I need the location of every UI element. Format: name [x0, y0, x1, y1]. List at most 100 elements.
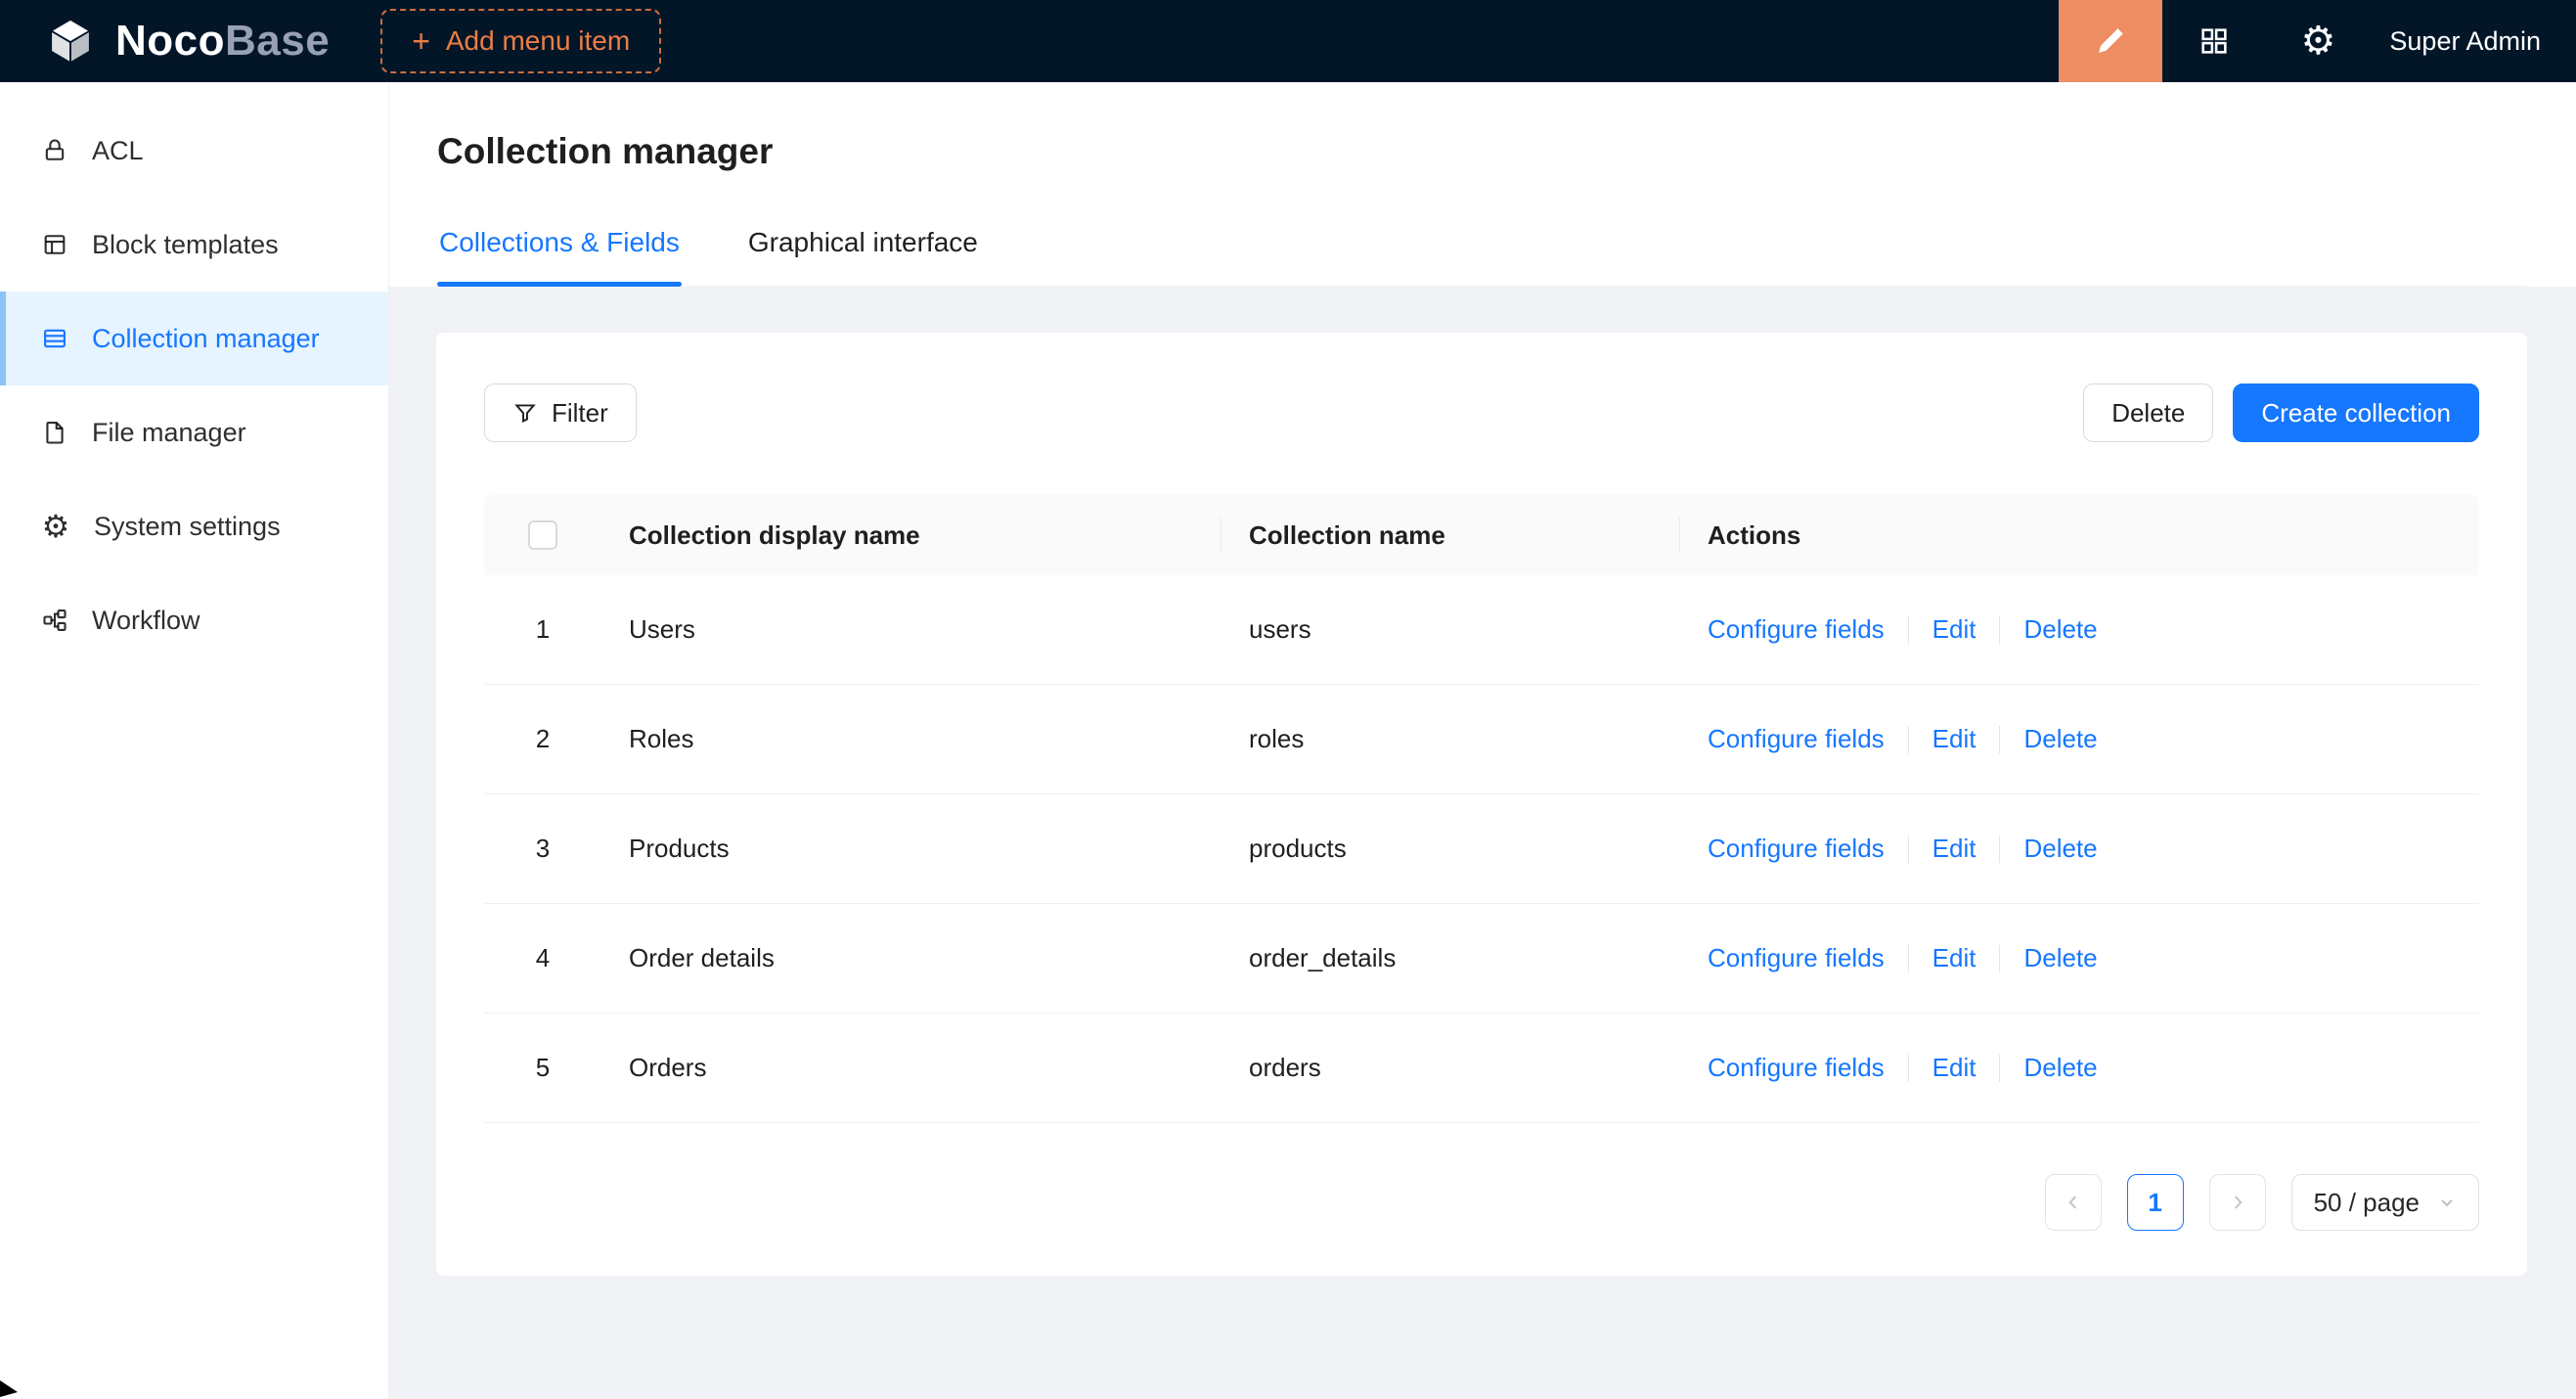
collections-table: Collection display name Collection name … [484, 495, 2479, 1123]
current-user[interactable]: Super Admin [2370, 26, 2576, 57]
plus-icon: + [412, 25, 430, 57]
configure-fields-link[interactable]: Configure fields [1708, 943, 1885, 973]
prev-page-button[interactable] [2045, 1174, 2102, 1231]
pagination: 1 50 / page [484, 1174, 2479, 1231]
row-display-name: Orders [601, 1053, 1221, 1083]
settings-sidebar: ACL Block templates Collection manager F… [0, 82, 389, 1399]
row-index: 5 [484, 1053, 601, 1083]
column-header-name: Collection name [1221, 520, 1680, 551]
gear-icon: ⚙ [2300, 22, 2335, 61]
plugins-button[interactable] [2162, 0, 2266, 82]
page-size-select[interactable]: 50 / page [2291, 1174, 2479, 1231]
row-collection-name: roles [1221, 724, 1680, 754]
action-divider [1999, 1055, 2000, 1082]
configure-fields-link[interactable]: Configure fields [1708, 724, 1885, 754]
delete-link[interactable]: Delete [2023, 943, 2097, 973]
page-header: Collection manager Collections & Fields … [389, 82, 2576, 287]
row-index: 1 [484, 614, 601, 645]
gear-icon: ⚙ [41, 511, 70, 542]
row-actions: Configure fields Edit Delete [1680, 943, 2479, 973]
row-display-name: Products [601, 834, 1221, 864]
row-collection-name: order_details [1221, 943, 1680, 973]
row-collection-name: users [1221, 614, 1680, 645]
row-actions: Configure fields Edit Delete [1680, 724, 2479, 754]
action-divider [1999, 726, 2000, 753]
layout-icon [41, 231, 68, 258]
chevron-down-icon [2437, 1193, 2457, 1212]
action-divider [1908, 1055, 1909, 1082]
sidebar-item-label: System settings [94, 512, 281, 542]
sidebar-item-label: Collection manager [92, 324, 320, 354]
tab-collections-fields[interactable]: Collections & Fields [437, 219, 682, 286]
edit-link[interactable]: Edit [1932, 724, 1976, 754]
add-menu-item-label: Add menu item [446, 25, 630, 57]
sidebar-item-acl[interactable]: ACL [0, 104, 388, 198]
delete-button[interactable]: Delete [2083, 384, 2213, 442]
edit-link[interactable]: Edit [1932, 614, 1976, 645]
sidebar-item-label: ACL [92, 136, 144, 166]
sidebar-item-workflow[interactable]: Workflow [0, 573, 388, 667]
settings-button[interactable]: ⚙ [2266, 0, 2370, 82]
column-header-display-name: Collection display name [601, 520, 1221, 551]
content-area: Filter Delete Create collection [389, 287, 2576, 1399]
table-row: 5 Orders orders Configure fields Edit De… [484, 1014, 2479, 1123]
delete-link[interactable]: Delete [2023, 1053, 2097, 1083]
action-divider [1999, 616, 2000, 644]
sidebar-item-system-settings[interactable]: ⚙ System settings [0, 479, 388, 573]
select-all-checkbox[interactable] [528, 520, 557, 550]
row-actions: Configure fields Edit Delete [1680, 614, 2479, 645]
column-header-actions: Actions [1680, 520, 2479, 551]
table-header: Collection display name Collection name … [484, 495, 2479, 575]
configure-fields-link[interactable]: Configure fields [1708, 1053, 1885, 1083]
action-divider [1999, 835, 2000, 863]
page-size-value: 50 / page [2314, 1188, 2420, 1218]
tab-bar: Collections & Fields Graphical interface [437, 219, 2527, 287]
sidebar-item-block-templates[interactable]: Block templates [0, 198, 388, 292]
sidebar-item-label: Workflow [92, 606, 200, 636]
app-header: NocoBase + Add menu item ⚙ Super Admin [0, 0, 2576, 82]
screen-corner-artifact [0, 1380, 18, 1397]
edit-link[interactable]: Edit [1932, 943, 1976, 973]
delete-link[interactable]: Delete [2023, 724, 2097, 754]
add-menu-item-button[interactable]: + Add menu item [380, 9, 661, 73]
filter-label: Filter [552, 398, 608, 429]
row-actions: Configure fields Edit Delete [1680, 834, 2479, 864]
edit-link[interactable]: Edit [1932, 834, 1976, 864]
table-icon [41, 325, 68, 352]
action-divider [1908, 835, 1909, 863]
nocobase-logo[interactable]: NocoBase [0, 14, 367, 68]
chevron-right-icon [2227, 1192, 2248, 1213]
create-collection-button[interactable]: Create collection [2233, 384, 2479, 442]
sidebar-item-label: File manager [92, 418, 246, 448]
next-page-button[interactable] [2209, 1174, 2266, 1231]
logo-cube-icon [43, 14, 98, 68]
action-divider [1908, 945, 1909, 972]
configure-fields-link[interactable]: Configure fields [1708, 614, 1885, 645]
action-divider [1908, 616, 1909, 644]
page-number-button[interactable]: 1 [2127, 1174, 2184, 1231]
page-title: Collection manager [437, 131, 2527, 172]
sidebar-item-file-manager[interactable]: File manager [0, 385, 388, 479]
tab-graphical-interface[interactable]: Graphical interface [746, 219, 980, 286]
row-display-name: Users [601, 614, 1221, 645]
workflow-icon [41, 607, 68, 634]
main-area: Collection manager Collections & Fields … [389, 82, 2576, 1399]
table-row: 1 Users users Configure fields Edit Dele… [484, 575, 2479, 685]
table-row: 4 Order details order_details Configure … [484, 904, 2479, 1014]
highlighter-icon [2093, 23, 2128, 59]
configure-fields-link[interactable]: Configure fields [1708, 834, 1885, 864]
delete-link[interactable]: Delete [2023, 834, 2097, 864]
filter-button[interactable]: Filter [484, 384, 637, 442]
card-toolbar: Filter Delete Create collection [484, 384, 2479, 442]
row-index: 4 [484, 943, 601, 973]
collections-card: Filter Delete Create collection [436, 333, 2527, 1276]
edit-link[interactable]: Edit [1932, 1053, 1976, 1083]
chevron-left-icon [2063, 1192, 2084, 1213]
sidebar-item-collection-manager[interactable]: Collection manager [0, 292, 388, 385]
ui-editor-button[interactable] [2059, 0, 2162, 82]
row-index: 2 [484, 724, 601, 754]
delete-link[interactable]: Delete [2023, 614, 2097, 645]
filter-icon [512, 400, 538, 426]
header-right-cluster: ⚙ Super Admin [2059, 0, 2576, 82]
row-display-name: Order details [601, 943, 1221, 973]
